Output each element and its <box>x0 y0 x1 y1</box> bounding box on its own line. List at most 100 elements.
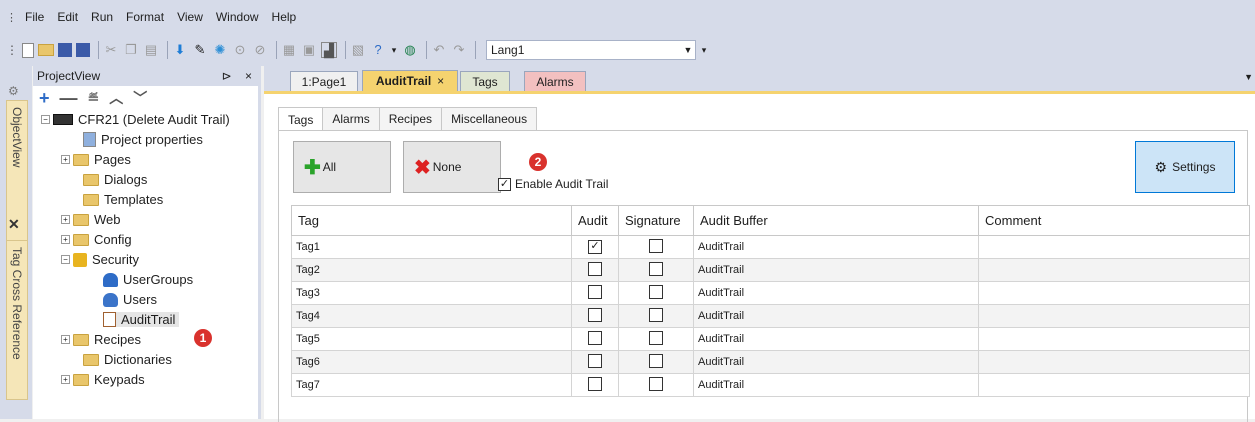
comment-cell[interactable] <box>978 304 1250 328</box>
select-all-button[interactable]: ✚ All <box>293 141 391 193</box>
tree-item-keypads[interactable]: + Keypads <box>61 372 145 387</box>
signature-checkbox[interactable] <box>649 330 663 345</box>
tree-item-project-properties[interactable]: Project properties <box>83 132 203 147</box>
audit-cell[interactable] <box>571 281 619 305</box>
audit-cell[interactable] <box>571 350 619 374</box>
cut-icon[interactable]: ✂ <box>103 42 119 58</box>
tab-tag-cross-reference[interactable]: Tag Cross Reference <box>6 240 28 400</box>
audit-buffer-cell[interactable]: AuditTrail <box>693 350 979 374</box>
expand-icon[interactable]: + <box>61 235 70 244</box>
audit-cell[interactable] <box>571 304 619 328</box>
audit-buffer-cell[interactable]: AuditTrail <box>693 258 979 282</box>
signature-cell[interactable] <box>618 350 694 374</box>
audit-buffer-cell[interactable]: AuditTrail <box>693 235 979 259</box>
copy-icon[interactable]: ❐ <box>123 42 139 58</box>
column-header-audit[interactable]: Audit <box>571 205 619 236</box>
column-header-signature[interactable]: Signature <box>618 205 694 236</box>
remove-icon[interactable]: — <box>60 88 78 109</box>
save-all-icon[interactable] <box>76 43 90 57</box>
audit-checkbox[interactable] <box>588 307 602 322</box>
globe-icon[interactable]: ◍ <box>402 42 418 58</box>
tree-item-templates[interactable]: Templates <box>83 192 163 207</box>
tab-page1[interactable]: 1:Page1 <box>290 71 358 91</box>
tag-cell[interactable]: Tag3 <box>291 281 572 305</box>
tree-root[interactable]: − CFR21 (Delete Audit Trail) <box>41 112 230 127</box>
tab-recipes-inner[interactable]: Recipes <box>378 107 443 130</box>
tab-alarms[interactable]: Alarms <box>524 71 586 91</box>
table-row[interactable]: Tag5 AuditTrail <box>291 327 1250 351</box>
tree-item-users[interactable]: Users <box>103 292 157 307</box>
audit-buffer-cell[interactable]: AuditTrail <box>693 281 979 305</box>
column-header-audit-buffer[interactable]: Audit Buffer <box>693 205 979 236</box>
menu-edit[interactable]: Edit <box>57 10 78 24</box>
add-icon[interactable]: + <box>39 88 50 109</box>
play-icon[interactable]: ⊙ <box>232 42 248 58</box>
pin-icon[interactable]: ⊳ <box>222 69 232 83</box>
menu-view[interactable]: View <box>177 10 203 24</box>
move-down-icon[interactable]: ﹀ <box>133 88 147 108</box>
tree-item-web[interactable]: + Web <box>61 212 121 227</box>
enable-audit-trail-checkbox[interactable]: ✓ Enable Audit Trail <box>498 177 608 191</box>
signature-checkbox[interactable] <box>649 261 663 276</box>
table-row[interactable]: Tag3 AuditTrail <box>291 281 1250 305</box>
menu-format[interactable]: Format <box>126 10 164 24</box>
tab-alarms-inner[interactable]: Alarms <box>322 107 380 130</box>
open-folder-icon[interactable] <box>38 44 54 56</box>
expand-icon[interactable]: + <box>61 155 70 164</box>
audit-cell[interactable] <box>571 327 619 351</box>
menu-file[interactable]: File <box>25 10 44 24</box>
new-file-icon[interactable] <box>22 42 34 58</box>
tag-cell[interactable]: Tag7 <box>291 373 572 397</box>
tag-cell[interactable]: Tag4 <box>291 304 572 328</box>
tree-item-recipes[interactable]: + Recipes <box>61 332 141 347</box>
audit-checkbox[interactable] <box>588 376 602 391</box>
tab-tags[interactable]: Tags <box>460 71 510 91</box>
tab-audittrail[interactable]: AuditTrail × <box>362 70 458 91</box>
signature-cell[interactable] <box>618 373 694 397</box>
signature-cell[interactable] <box>618 235 694 259</box>
tag-cell[interactable]: Tag5 <box>291 327 572 351</box>
audit-checkbox[interactable] <box>588 261 602 276</box>
expand-icon[interactable]: + <box>61 215 70 224</box>
signature-checkbox[interactable] <box>649 284 663 299</box>
grid-icon[interactable]: ▦ <box>281 42 297 58</box>
tab-miscellaneous-inner[interactable]: Miscellaneous <box>441 107 538 130</box>
comment-cell[interactable] <box>978 327 1250 351</box>
close-icon[interactable]: × <box>245 69 252 83</box>
redo-icon[interactable]: ↷ <box>451 42 467 58</box>
undo-icon[interactable]: ↶ <box>431 42 447 58</box>
comment-cell[interactable] <box>978 235 1250 259</box>
tree-item-audittrail[interactable]: AuditTrail <box>103 312 180 327</box>
checkbox-checked-icon[interactable]: ✓ <box>498 177 511 191</box>
settings-button[interactable]: ⚙ Settings <box>1135 141 1235 193</box>
table-row[interactable]: Tag6 AuditTrail <box>291 350 1250 374</box>
expand-icon[interactable]: + <box>61 375 70 384</box>
tree-item-security[interactable]: − Security <box>61 252 139 267</box>
menu-window[interactable]: Window <box>216 10 259 24</box>
audit-checkbox[interactable]: ✓ <box>588 240 602 254</box>
tab-close-icon[interactable]: × <box>437 74 444 88</box>
move-up-icon[interactable]: ︿ <box>109 88 123 108</box>
toolbar-overflow-icon[interactable]: ▾ <box>390 42 398 58</box>
menu-run[interactable]: Run <box>91 10 113 24</box>
audit-cell[interactable]: ✓ <box>571 235 619 259</box>
select-none-button[interactable]: ✖ None <box>403 141 501 193</box>
comment-cell[interactable] <box>978 281 1250 305</box>
audit-cell[interactable] <box>571 373 619 397</box>
expand-icon[interactable]: + <box>61 335 70 344</box>
signature-checkbox[interactable] <box>649 238 663 253</box>
pen-icon[interactable]: ✎ <box>192 42 208 58</box>
table-row[interactable]: Tag4 AuditTrail <box>291 304 1250 328</box>
tree-item-pages[interactable]: + Pages <box>61 152 131 167</box>
signature-cell[interactable] <box>618 304 694 328</box>
collapse-icon[interactable]: − <box>61 255 70 264</box>
column-header-tag[interactable]: Tag <box>291 205 572 236</box>
menu-help[interactable]: Help <box>272 10 297 24</box>
download-icon[interactable]: ⬇ <box>172 42 188 58</box>
save-icon[interactable] <box>58 43 72 57</box>
collapse-icon[interactable]: − <box>41 115 50 124</box>
tree-item-dictionaries[interactable]: Dictionaries <box>83 352 172 367</box>
tab-tags-inner[interactable]: Tags <box>278 107 324 131</box>
comment-cell[interactable] <box>978 373 1250 397</box>
tag-cell[interactable]: Tag2 <box>291 258 572 282</box>
